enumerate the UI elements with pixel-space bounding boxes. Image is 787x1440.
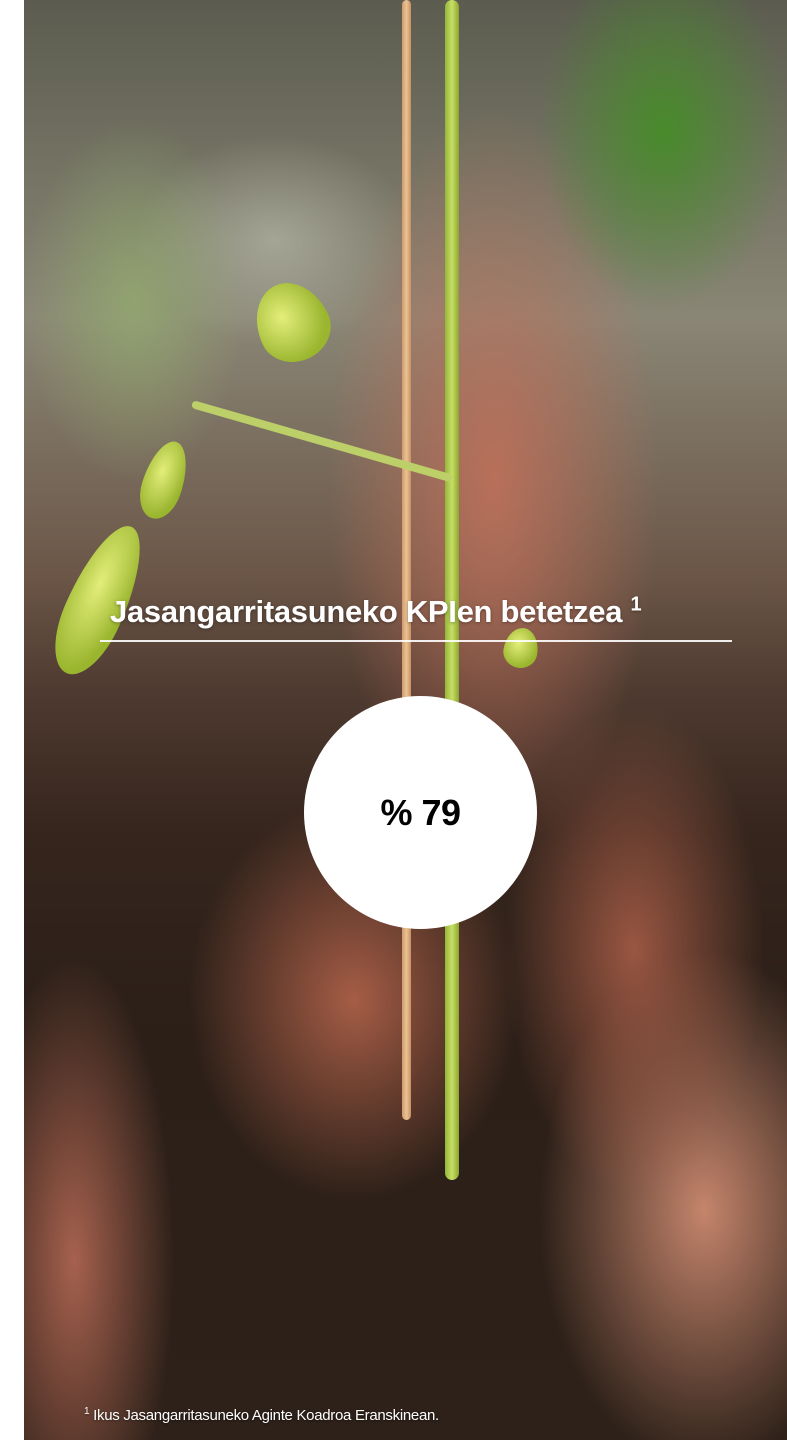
kpi-value: % 79 (380, 791, 461, 833)
headline-text: Jasangarritasuneko KPIen betetzea (110, 594, 623, 629)
support-stick (402, 0, 411, 1120)
kpi-circle: % 79 (304, 696, 537, 929)
headline-underline (100, 640, 732, 642)
footnote-text: Ikus Jasangarritasuneko Aginte Koadroa E… (93, 1407, 439, 1424)
headline-block: Jasangarritasuneko KPIen betetzea 1 (100, 588, 732, 642)
headline-title: Jasangarritasuneko KPIen betetzea 1 (100, 588, 732, 636)
headline-footnote-marker: 1 (630, 593, 642, 616)
plant-branch (190, 400, 453, 483)
footnote-marker: 1 (84, 1406, 90, 1417)
leaf (242, 270, 342, 374)
leaf (132, 435, 196, 525)
footnote: 1 Ikus Jasangarritasuneko Aginte Koadroa… (84, 1406, 439, 1425)
